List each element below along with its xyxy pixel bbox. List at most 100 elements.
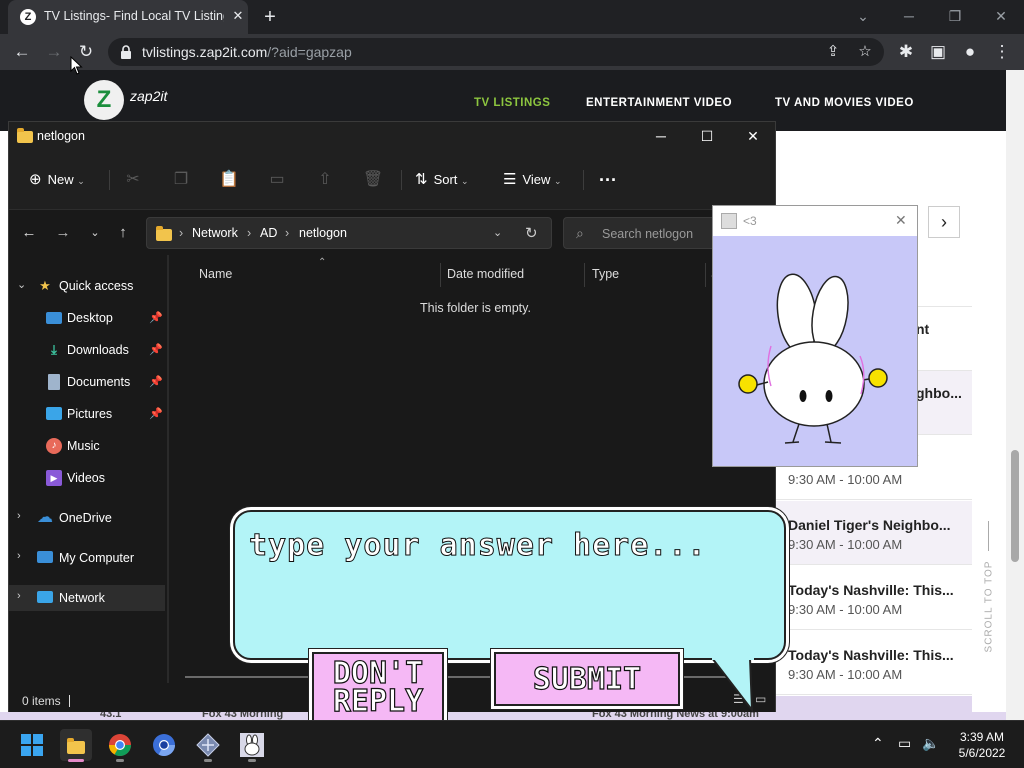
new-button[interactable]: ⊕ New ⌄ bbox=[29, 168, 85, 192]
refresh-icon[interactable]: ↻ bbox=[525, 224, 538, 242]
address-dropdown-icon[interactable]: ⌄ bbox=[493, 226, 502, 239]
breadcrumb-ad[interactable]: AD bbox=[260, 226, 277, 240]
nav-tv-and-movies-video[interactable]: TV AND MOVIES VIDEO bbox=[775, 97, 914, 109]
chevron-right-icon[interactable]: › bbox=[17, 590, 29, 602]
chevron-right-icon[interactable]: › bbox=[17, 510, 29, 522]
forward-button[interactable]: → bbox=[42, 40, 66, 64]
tab-tv-listings[interactable]: Z TV Listings- Find Local TV Listings ✕ bbox=[8, 0, 248, 34]
answer-speech-bubble[interactable]: type your answer here... bbox=[233, 510, 786, 660]
sort-button[interactable]: ⇅ Sort ⌄ bbox=[415, 168, 469, 192]
answer-input[interactable]: type your answer here... bbox=[248, 528, 706, 564]
taskbar-chrome[interactable] bbox=[104, 729, 136, 762]
next-time-arrow-icon[interactable]: › bbox=[928, 206, 960, 238]
minimize-button[interactable]: ─ bbox=[894, 4, 924, 28]
taskbar-bunny-app[interactable] bbox=[236, 729, 268, 762]
network-status-icon[interactable]: ▭ bbox=[898, 735, 911, 752]
up-folder-button[interactable]: ↑ bbox=[111, 221, 135, 245]
view-button[interactable]: ☰ View ⌄ bbox=[503, 168, 562, 192]
chevron-down-icon[interactable]: ⌄ bbox=[17, 278, 29, 291]
cut-icon[interactable]: ✂ bbox=[121, 168, 145, 192]
column-header-type[interactable]: Type bbox=[592, 267, 619, 281]
explorer-address-bar[interactable]: › Network › AD › netlogon ⌄ ↻ bbox=[146, 217, 552, 249]
sidebar-item-onedrive[interactable]: › ☁ OneDrive bbox=[9, 505, 165, 531]
new-tab-button[interactable]: + bbox=[258, 5, 282, 29]
bunny-app-icon bbox=[240, 733, 264, 757]
page-scrollbar[interactable] bbox=[1006, 70, 1024, 720]
view-lines-icon: ☰ bbox=[503, 171, 517, 188]
scrollbar-thumb[interactable] bbox=[1011, 450, 1019, 562]
bookmark-star-icon[interactable]: ☆ bbox=[854, 41, 876, 63]
system-clock[interactable]: 3:39 AM 5/6/2022 bbox=[950, 729, 1014, 761]
pin-icon[interactable]: 📌 bbox=[149, 407, 163, 420]
list-item[interactable]: Today's Nashville: This... 9:30 AM - 10:… bbox=[776, 566, 972, 630]
menu-kebab-icon[interactable]: ⋮ bbox=[990, 40, 1014, 64]
taskbar-file-explorer[interactable] bbox=[60, 729, 92, 762]
popup-close-icon[interactable]: ✕ bbox=[895, 212, 907, 229]
delete-icon[interactable]: 🗑 bbox=[361, 168, 385, 192]
sidebar-scrollbar[interactable] bbox=[167, 255, 169, 683]
paste-icon[interactable]: 📋 bbox=[217, 168, 241, 192]
tab-search-icon[interactable]: ⌄ bbox=[848, 4, 878, 28]
show-hidden-icons-chevron-up-icon[interactable]: ⌃ bbox=[872, 735, 884, 752]
column-header-name[interactable]: Name bbox=[199, 267, 232, 281]
taskbar-chrome-alt[interactable] bbox=[148, 729, 180, 761]
behind-listing-row: 43.1 Fox 43 Morning Fox 43 Morning News … bbox=[0, 708, 1006, 720]
explorer-forward-button[interactable]: → bbox=[51, 221, 75, 245]
volume-icon[interactable]: 🔈 bbox=[922, 735, 939, 752]
sidebar-item-pictures[interactable]: Pictures 📌 bbox=[9, 401, 165, 427]
explorer-close-button[interactable]: ✕ bbox=[733, 124, 773, 148]
scroll-to-top-button[interactable]: SCROLL TO TOP bbox=[974, 521, 1004, 661]
list-item[interactable]: Daniel Tiger's Neighbo... 9:30 AM - 10:0… bbox=[776, 501, 972, 565]
sidebar-item-network[interactable]: › Network bbox=[9, 585, 165, 611]
explorer-maximize-button[interactable]: ☐ bbox=[687, 124, 727, 148]
list-item[interactable]: Today's Nashville: This... 9:30 AM - 10:… bbox=[776, 631, 972, 695]
address-bar[interactable]: tvlistings.zap2it.com/?aid=gapzap ⇪ ☆ bbox=[108, 38, 884, 66]
dont-reply-button[interactable]: DON'T REPLY bbox=[312, 652, 444, 728]
sidebar-item-my-computer[interactable]: › My Computer bbox=[9, 545, 165, 571]
start-button[interactable] bbox=[16, 729, 48, 761]
sidebar-item-desktop[interactable]: Desktop 📌 bbox=[9, 305, 165, 331]
recent-locations-icon[interactable]: ⌄ bbox=[83, 221, 107, 245]
lock-icon bbox=[121, 45, 131, 59]
share-icon[interactable]: ⇪ bbox=[822, 41, 844, 63]
sidebar-item-videos[interactable]: ▶ Videos bbox=[9, 465, 165, 491]
submit-button[interactable]: SUBMIT bbox=[494, 652, 680, 706]
restore-button[interactable]: ❐ bbox=[940, 4, 970, 28]
explorer-titlebar[interactable]: netlogon ─ ☐ ✕ bbox=[9, 122, 775, 150]
pin-icon[interactable]: 📌 bbox=[149, 311, 163, 324]
bunny-popup-window: <3 ✕ bbox=[712, 205, 918, 467]
side-panel-icon[interactable]: ▣ bbox=[926, 40, 950, 64]
copy-icon[interactable]: ❐ bbox=[169, 168, 193, 192]
sidebar-item-documents[interactable]: Documents 📌 bbox=[9, 369, 165, 395]
nav-entertainment-video[interactable]: ENTERTAINMENT VIDEO bbox=[586, 97, 732, 109]
tab-close-icon[interactable]: ✕ bbox=[230, 8, 246, 24]
share-icon[interactable]: ⇧ bbox=[313, 168, 337, 192]
back-button[interactable]: ← bbox=[10, 40, 34, 64]
popup-titlebar[interactable]: <3 ✕ bbox=[713, 206, 917, 236]
chevron-right-icon[interactable]: › bbox=[17, 550, 29, 562]
empty-folder-message: This folder is empty. bbox=[420, 301, 531, 315]
taskbar-network-app[interactable] bbox=[192, 729, 224, 762]
pin-icon[interactable]: 📌 bbox=[149, 343, 163, 356]
zap2it-logo[interactable]: Z bbox=[84, 80, 124, 120]
documents-icon bbox=[48, 374, 60, 390]
search-input[interactable]: ⌕ Search netlogon bbox=[563, 217, 733, 249]
sidebar-item-music[interactable]: ♪ Music bbox=[9, 433, 165, 459]
column-header-date-modified[interactable]: Date modified bbox=[447, 267, 524, 281]
sidebar-item-quick-access[interactable]: ⌄ ★ Quick access bbox=[9, 273, 165, 299]
explorer-minimize-button[interactable]: ─ bbox=[641, 124, 681, 148]
breadcrumb-netlogon[interactable]: netlogon bbox=[299, 226, 347, 240]
more-options-icon[interactable]: ··· bbox=[599, 168, 617, 192]
profile-icon[interactable]: ● bbox=[958, 40, 982, 64]
pin-icon[interactable]: 📌 bbox=[149, 375, 163, 388]
sidebar-item-downloads[interactable]: ⤓ Downloads 📌 bbox=[9, 337, 165, 363]
breadcrumb-network[interactable]: Network bbox=[192, 226, 238, 240]
explorer-back-button[interactable]: ← bbox=[17, 221, 41, 245]
bunny-app-icon bbox=[721, 213, 737, 229]
nav-tv-listings[interactable]: TV LISTINGS bbox=[474, 97, 550, 109]
close-window-button[interactable]: ✕ bbox=[986, 4, 1016, 28]
network-icon bbox=[37, 591, 53, 603]
bubble-tail-icon bbox=[712, 654, 754, 714]
rename-icon[interactable]: ▭ bbox=[265, 168, 289, 192]
extensions-icon[interactable]: ✱ bbox=[894, 40, 918, 64]
